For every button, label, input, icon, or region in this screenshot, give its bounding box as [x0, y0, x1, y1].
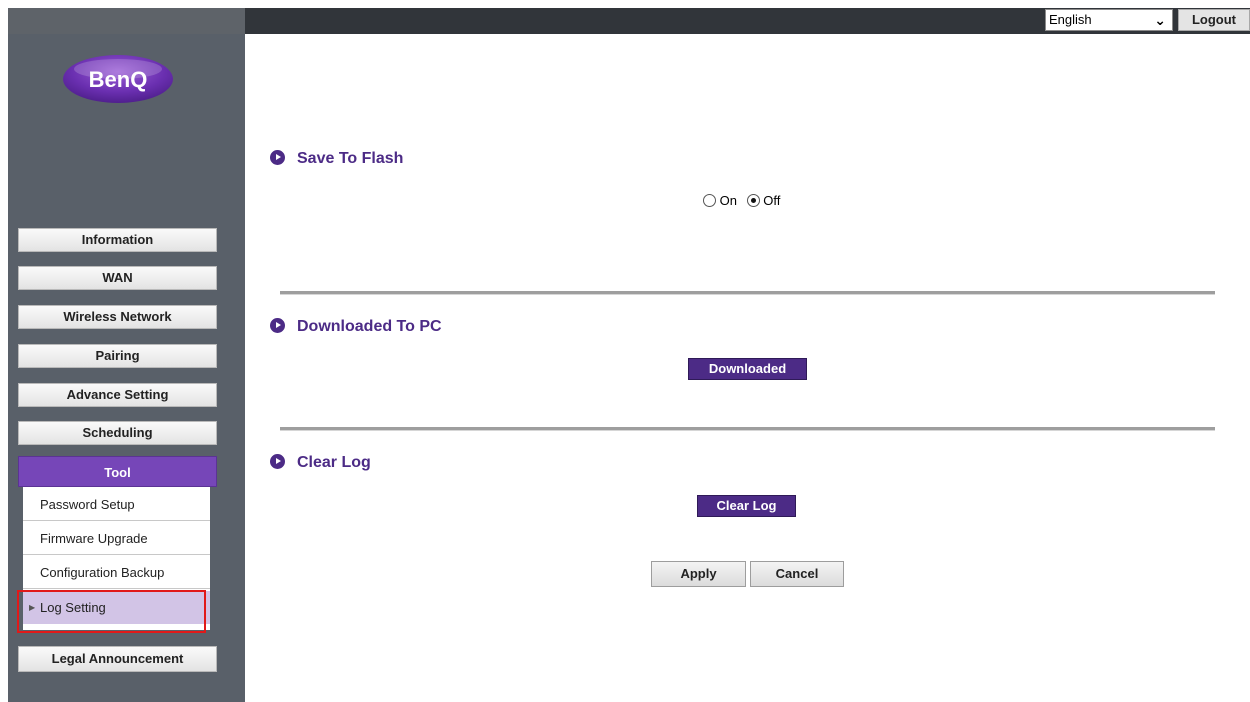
section-clear-log: Clear Log: [270, 454, 371, 472]
sidebar-item-wan[interactable]: WAN: [18, 266, 217, 290]
section-bullet-icon: [270, 454, 285, 469]
radio-off[interactable]: [746, 194, 760, 207]
language-select-value: English: [1049, 12, 1092, 27]
section-save-to-flash: Save To Flash: [270, 150, 403, 168]
submenu-item-password-setup[interactable]: Password Setup: [23, 488, 210, 521]
section-bullet-icon: [270, 150, 285, 165]
section-bullet-icon: [270, 318, 285, 333]
radio-off-label: Off: [763, 193, 781, 208]
sidebar-item-information[interactable]: Information: [18, 228, 217, 252]
submenu-item-label: Log Setting: [40, 600, 106, 615]
radio-on-label: On: [719, 193, 737, 208]
benq-logo: BenQ: [63, 55, 173, 103]
sidebar-item-tool[interactable]: Tool: [18, 456, 217, 487]
section-divider: [280, 427, 1215, 431]
section-downloaded-to-pc: Downloaded To PC: [270, 318, 442, 336]
submenu-item-log-setting[interactable]: ▶ Log Setting: [23, 591, 210, 624]
sidebar-item-wireless-network[interactable]: Wireless Network: [18, 305, 217, 329]
sidebar-item-pairing[interactable]: Pairing: [18, 344, 217, 368]
chevron-down-icon: ⌄: [1154, 12, 1166, 28]
caret-right-icon: ▶: [29, 603, 36, 612]
radio-on[interactable]: [703, 194, 716, 207]
language-select[interactable]: English ⌄: [1045, 9, 1173, 31]
logo-text: BenQ: [89, 67, 148, 92]
apply-button[interactable]: Apply: [651, 561, 746, 587]
submenu-item-firmware-upgrade[interactable]: Firmware Upgrade: [23, 522, 210, 555]
sidebar-item-scheduling[interactable]: Scheduling: [18, 421, 217, 445]
submenu-item-configuration-backup[interactable]: Configuration Backup: [23, 556, 210, 589]
section-divider: [280, 291, 1215, 295]
sidebar-item-advance-setting[interactable]: Advance Setting: [18, 383, 217, 407]
downloaded-button[interactable]: Downloaded: [688, 358, 807, 380]
save-to-flash-options: On Off: [703, 193, 780, 208]
cancel-button[interactable]: Cancel: [750, 561, 844, 587]
section-title-clear-log: Clear Log: [297, 454, 371, 471]
sidebar-header-strip: [8, 8, 245, 34]
clear-log-button[interactable]: Clear Log: [697, 495, 796, 517]
section-title-save-to-flash: Save To Flash: [297, 150, 404, 167]
section-title-downloaded-to-pc: Downloaded To PC: [297, 318, 442, 335]
sidebar-item-legal-announcement[interactable]: Legal Announcement: [18, 646, 217, 672]
logout-button[interactable]: Logout: [1178, 9, 1250, 31]
